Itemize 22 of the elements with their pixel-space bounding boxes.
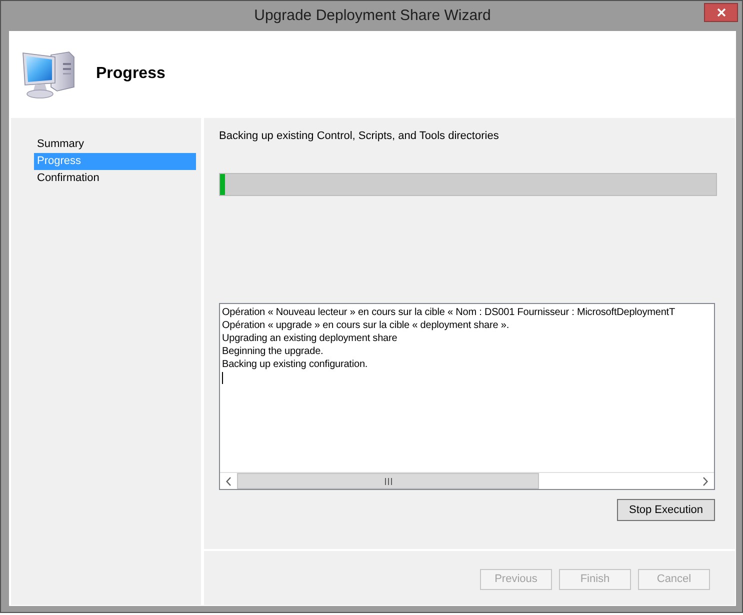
log-line: Beginning the upgrade. <box>222 345 324 358</box>
stop-execution-button[interactable]: Stop Execution <box>617 499 715 521</box>
sidebar-item[interactable]: Progress <box>34 153 196 170</box>
log-line: Opération « Nouveau lecteur » en cours sur la cible « Nom : DS001 Fournisseur : MicrosoftDeploymentT <box>222 306 676 319</box>
log-line: Upgrading an existing deployment share <box>222 332 398 345</box>
chevron-right-icon <box>703 476 708 486</box>
grip-icon <box>384 478 392 484</box>
close-icon <box>716 8 726 17</box>
horizontal-scrollbar[interactable] <box>220 472 714 489</box>
log-line: Opération « upgrade » en cours sur la cible « deployment share ». <box>222 319 510 332</box>
log-line: Backing up existing configuration. <box>222 358 369 371</box>
scrollbar-thumb[interactable] <box>237 473 539 489</box>
close-button[interactable] <box>704 3 738 22</box>
computer-icon <box>21 49 75 99</box>
chevron-left-icon <box>226 476 231 486</box>
text-cursor-icon <box>222 372 223 384</box>
status-text: Backing up existing Control, Scripts, and Tools directories <box>219 130 500 143</box>
log-text-box[interactable] <box>219 303 715 490</box>
sidebar-item[interactable]: Confirmation <box>34 170 196 187</box>
page-title: Progress <box>96 64 166 84</box>
sidebar-item[interactable]: Summary <box>34 136 196 153</box>
window-title: Upgrade Deployment Share Wizard <box>253 6 492 26</box>
